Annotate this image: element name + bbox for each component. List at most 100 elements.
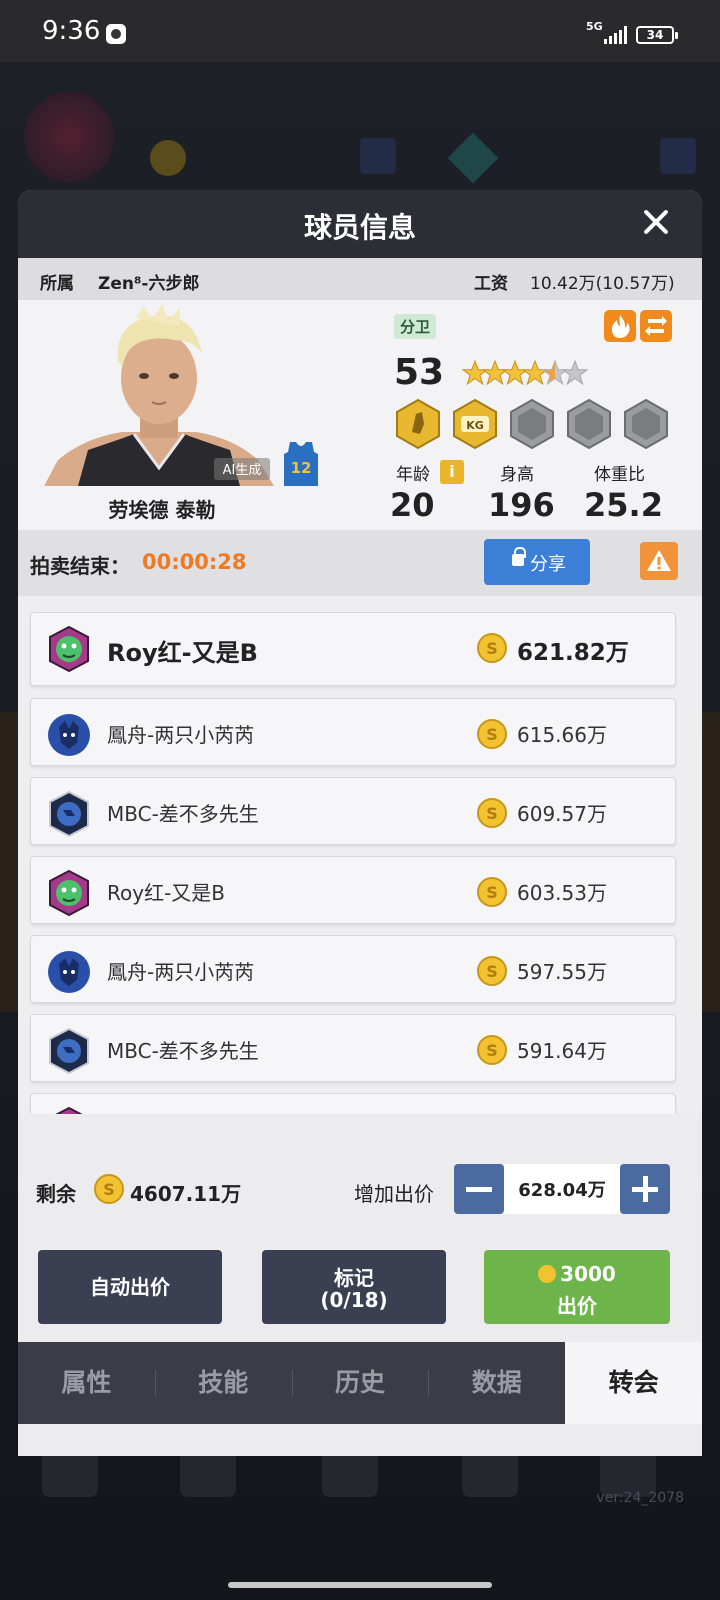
app-notification-icon <box>106 24 126 44</box>
auto-bid-button[interactable]: 自动出价 <box>38 1250 222 1324</box>
auction-row: 拍卖结束： 00:00:28 分享 <box>18 530 702 596</box>
bid-amount: 621.82万 <box>517 640 629 666</box>
coin-icon: S <box>477 877 507 907</box>
modal-title: 球员信息 <box>303 211 416 244</box>
bid-amount: 603.53万 <box>517 881 607 905</box>
svg-text:S: S <box>486 1041 498 1060</box>
background-coin-icon <box>150 140 186 176</box>
locked-badge-icon[interactable] <box>508 398 556 450</box>
locked-badge-icon[interactable] <box>622 398 670 450</box>
version-label: ver:24_2078 <box>596 1490 684 1506</box>
team-salary-row: 所属 Zen⁸-六步郎 工资 10.42万(10.57万) <box>18 258 702 300</box>
decrease-bid-button[interactable] <box>454 1164 504 1214</box>
bid-controls: 剩余 S 4607.11万 增加出价 自动出价 标记 (0/18) 3000 出… <box>18 1136 702 1342</box>
auction-end-label: 拍卖结束： <box>30 554 130 578</box>
remaining-value: 4607.11万 <box>130 1182 242 1206</box>
increase-bid-button[interactable] <box>620 1164 670 1214</box>
background-glow-left <box>0 712 20 1012</box>
mark-button[interactable]: 标记 (0/18) <box>262 1250 446 1324</box>
player-panel: AI生成 12 劳埃德 泰勒 分卫 53 KG 年龄 i 身高 体重比 20 1… <box>18 300 702 530</box>
share-label: 分享 <box>530 554 566 575</box>
tab-skills[interactable]: 技能 <box>154 1342 292 1424</box>
signal-icon: 5G <box>586 20 627 46</box>
refresh-icon[interactable] <box>640 310 672 342</box>
bid-team-name: 鳳舟-两只小芮芮 <box>107 960 255 984</box>
share-button[interactable]: 分享 <box>484 539 590 585</box>
close-icon[interactable] <box>636 202 676 242</box>
info-icon[interactable]: i <box>440 460 464 484</box>
player-info-modal: 球员信息 所属 Zen⁸-六步郎 工资 10.42万(10.57万) AI生成 … <box>18 190 702 1456</box>
background-gem-icon <box>447 132 499 184</box>
coin-icon: S <box>477 956 507 986</box>
status-time: 9:36 <box>42 16 101 46</box>
weight-ratio-value: 25.2 <box>584 486 663 524</box>
team-logo-green-bear-icon <box>49 869 89 917</box>
star-rating <box>462 356 590 390</box>
jersey-icon: 12 <box>284 442 318 486</box>
height-value: 196 <box>488 486 555 524</box>
background-add-button <box>360 138 396 174</box>
coin-icon <box>538 1265 557 1283</box>
kg-badge-icon[interactable]: KG <box>451 398 499 450</box>
svg-text:S: S <box>486 725 498 744</box>
bid-amount: 591.64万 <box>517 1039 607 1063</box>
weight-ratio-label: 体重比 <box>594 465 645 485</box>
tab-attributes[interactable]: 属性 <box>18 1342 155 1424</box>
warning-icon[interactable] <box>640 542 678 580</box>
height-label: 身高 <box>500 465 534 485</box>
coin-icon: S <box>477 798 507 828</box>
tab-bar: 属性 技能 历史 数据 转会 <box>18 1342 702 1424</box>
gold-badge-icon[interactable] <box>394 398 442 450</box>
age-label: 年龄 <box>396 465 430 485</box>
player-name: 劳埃德 泰勒 <box>108 498 216 522</box>
background-team-logo <box>24 92 114 182</box>
svg-text:KG: KG <box>466 419 484 432</box>
team-value: Zen⁸-六步郎 <box>98 274 200 294</box>
bid-team-name: MBC-差不多先生 <box>107 1039 259 1063</box>
status-bar: 9:36 5G 34 <box>0 0 720 62</box>
svg-text:S: S <box>486 883 498 902</box>
bid-amount: 615.66万 <box>517 723 607 747</box>
battery-level: 34 <box>646 28 664 42</box>
fire-icon[interactable] <box>604 310 636 342</box>
home-indicator[interactable] <box>228 1582 492 1588</box>
bid-row-top: Roy红-又是B S 621.82万 <box>30 612 676 686</box>
bid-amount-input[interactable] <box>504 1164 620 1214</box>
tab-history[interactable]: 历史 <box>291 1342 429 1424</box>
tab-data[interactable]: 数据 <box>428 1342 565 1424</box>
bid-amount: 609.57万 <box>517 802 607 826</box>
coin-icon: S <box>477 719 507 749</box>
mark-label: 标记 <box>334 1266 374 1290</box>
position-badge: 分卫 <box>394 314 437 339</box>
player-portrait[interactable]: AI生成 <box>44 300 274 486</box>
bid-team-name: 鳳舟-两只小芮芮 <box>107 723 255 747</box>
mark-count: (0/18) <box>320 1288 388 1312</box>
svg-text:S: S <box>486 962 498 981</box>
tab-transfer[interactable]: 转会 <box>565 1342 702 1424</box>
background-glow-right <box>700 712 720 1012</box>
network-type: 5G <box>586 20 603 33</box>
bid-history-list[interactable]: Roy红-又是B S 621.82万 鳳舟-两只小芮芮 S 615.66万 MB… <box>18 596 702 1114</box>
team-logo-blue-wolf-icon <box>48 951 90 993</box>
coin-icon: S <box>477 633 507 663</box>
bid-row: MBC-差不多先生 S 591.64万 <box>30 1014 676 1082</box>
salary-label: 工资 <box>474 274 508 294</box>
svg-text:S: S <box>486 639 498 658</box>
bid-row: MBC-差不多先生 S 609.57万 <box>30 777 676 845</box>
place-bid-button[interactable]: 3000 出价 <box>484 1250 670 1324</box>
increase-bid-label: 增加出价 <box>354 1182 434 1206</box>
locked-badge-icon[interactable] <box>565 398 613 450</box>
modal-header: 球员信息 <box>18 190 702 258</box>
bid-amount: 597.55万 <box>517 960 607 984</box>
remaining-label: 剩余 <box>36 1182 76 1206</box>
battery-icon: 34 <box>636 26 678 44</box>
coin-icon: S <box>94 1174 124 1204</box>
bid-row-partial <box>30 1093 676 1114</box>
team-logo-blue-lion-icon <box>49 790 89 838</box>
team-label: 所属 <box>40 274 74 294</box>
team-logo-green-bear-icon <box>49 625 89 673</box>
place-bid-amount: 3000 <box>560 1262 616 1286</box>
coin-icon: S <box>477 1035 507 1065</box>
skill-badges: KG <box>394 398 670 450</box>
svg-text:S: S <box>103 1180 115 1199</box>
